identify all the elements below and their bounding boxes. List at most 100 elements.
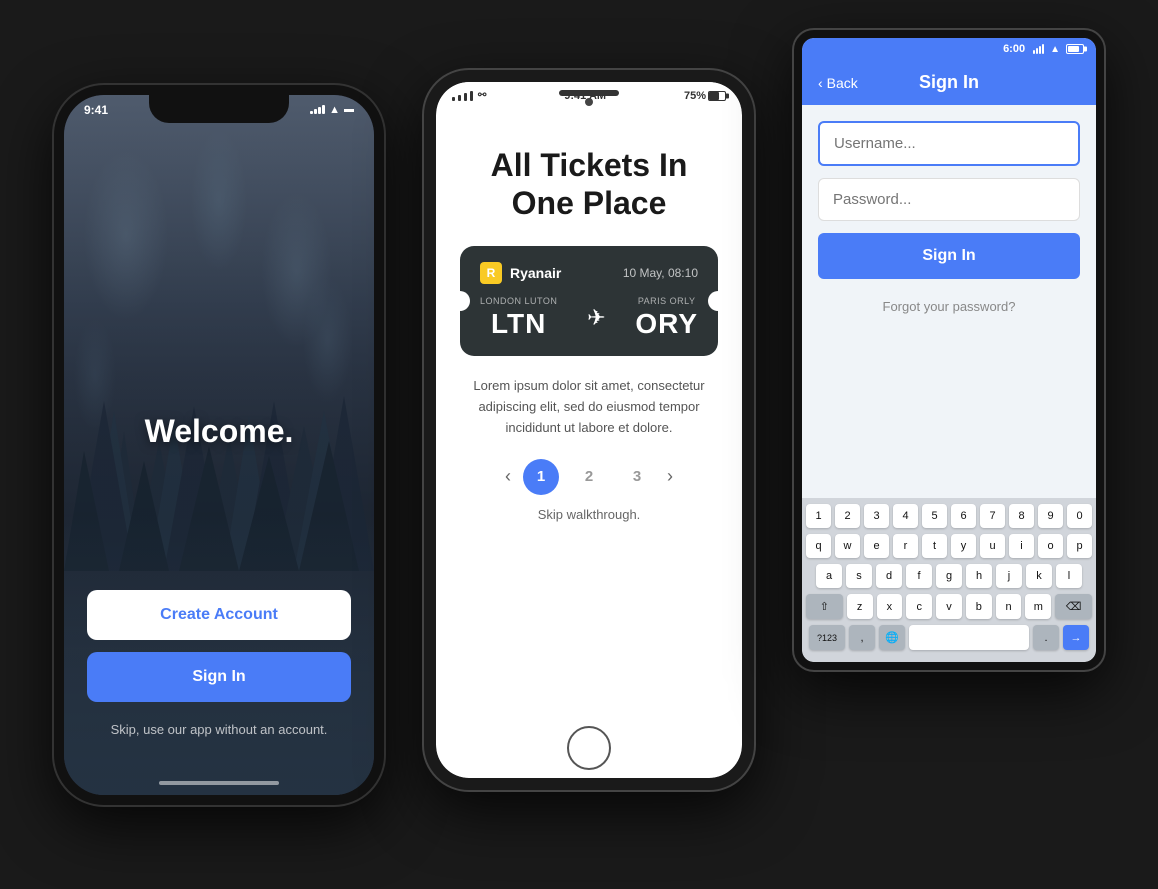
key-8[interactable]: 8: [1009, 504, 1034, 528]
create-account-button[interactable]: Create Account: [87, 590, 351, 640]
skip-walkthrough-text[interactable]: Skip walkthrough.: [460, 507, 718, 522]
to-city: PARIS ORLY: [635, 296, 698, 306]
keyboard-number-row: 1 2 3 4 5 6 7 8 9 0: [806, 504, 1092, 528]
page-3-button[interactable]: 3: [619, 459, 655, 495]
key-1[interactable]: 1: [806, 504, 831, 528]
key-h[interactable]: h: [966, 564, 992, 588]
ticket-date: 10 May, 08:10: [623, 266, 698, 280]
key-a[interactable]: a: [816, 564, 842, 588]
globe-key[interactable]: 🌐: [879, 625, 905, 650]
plane-icon: ✈: [587, 305, 605, 331]
phone1-time: 9:41: [84, 103, 108, 117]
key-j[interactable]: j: [996, 564, 1022, 588]
key-e[interactable]: e: [864, 534, 889, 558]
phone3-status-bar: 6:00 ▲: [802, 38, 1096, 60]
phone3-time: 6:00: [1003, 43, 1025, 55]
phone2-screen: ⚯ 9:41 AM 75% All Tickets In One Place R: [436, 82, 742, 778]
phone1-home-bar: [159, 781, 279, 785]
password-input[interactable]: [818, 178, 1080, 221]
keyboard-qwerty-row: q w e r t y u i o p: [806, 534, 1092, 558]
key-l[interactable]: l: [1056, 564, 1082, 588]
airline-icon: R: [480, 262, 502, 284]
key-x[interactable]: x: [877, 594, 903, 619]
go-key[interactable]: →: [1063, 625, 1089, 650]
key-r[interactable]: r: [893, 534, 918, 558]
phone3-header: ‹ Back Sign In: [802, 60, 1096, 105]
back-chevron-icon: ‹: [818, 75, 823, 91]
phone2-main-title: All Tickets In One Place: [460, 146, 718, 223]
signin-button[interactable]: Sign In: [87, 652, 351, 702]
wifi-icon: ▲: [329, 104, 340, 116]
phone2-speaker: [559, 90, 619, 96]
num-key[interactable]: ?123: [809, 625, 845, 650]
key-i[interactable]: i: [1009, 534, 1034, 558]
key-0[interactable]: 0: [1067, 504, 1092, 528]
key-u[interactable]: u: [980, 534, 1005, 558]
phone1-action-buttons: Create Account Sign In: [87, 590, 351, 702]
phone3-wifi-icon: ▲: [1050, 44, 1060, 55]
key-4[interactable]: 4: [893, 504, 918, 528]
phone3-screen: 6:00 ▲ ‹ Back Sign In: [802, 38, 1096, 662]
key-o[interactable]: o: [1038, 534, 1063, 558]
key-q[interactable]: q: [806, 534, 831, 558]
key-s[interactable]: s: [846, 564, 872, 588]
next-page-button[interactable]: ›: [667, 466, 673, 487]
phone2-pagination: ‹ 1 2 3 ›: [460, 459, 718, 495]
ticket-header: R Ryanair 10 May, 08:10: [480, 262, 698, 284]
forgot-password-link[interactable]: Forgot your password?: [818, 291, 1080, 322]
comma-key[interactable]: ,: [849, 625, 875, 650]
key-t[interactable]: t: [922, 534, 947, 558]
space-key[interactable]: [909, 625, 1029, 650]
key-z[interactable]: z: [847, 594, 873, 619]
key-3[interactable]: 3: [864, 504, 889, 528]
shift-key[interactable]: ⇧: [806, 594, 843, 619]
key-6[interactable]: 6: [951, 504, 976, 528]
key-v[interactable]: v: [936, 594, 962, 619]
key-k[interactable]: k: [1026, 564, 1052, 588]
phone3-form-body: Sign In Forgot your password?: [802, 105, 1096, 498]
ticket-card: R Ryanair 10 May, 08:10 LONDON LUTON LTN…: [460, 246, 718, 356]
back-label: Back: [827, 75, 858, 91]
key-w[interactable]: w: [835, 534, 860, 558]
key-g[interactable]: g: [936, 564, 962, 588]
key-7[interactable]: 7: [980, 504, 1005, 528]
page-1-button[interactable]: 1: [523, 459, 559, 495]
to-code: ORY: [635, 308, 698, 340]
phone2-content: All Tickets In One Place R Ryanair 10 Ma…: [436, 106, 742, 538]
phone2-battery-text: 75%: [684, 90, 706, 102]
key-c[interactable]: c: [906, 594, 932, 619]
prev-page-button[interactable]: ‹: [505, 466, 511, 487]
phone1-content: Welcome. Create Account Sign In Skip, us…: [64, 95, 374, 795]
phone3-signin-button[interactable]: Sign In: [818, 233, 1080, 279]
ticket-airline: R Ryanair: [480, 262, 561, 284]
key-m[interactable]: m: [1025, 594, 1051, 619]
delete-key[interactable]: ⌫: [1055, 594, 1092, 619]
from-city: LONDON LUTON: [480, 296, 557, 306]
page-2-button[interactable]: 2: [571, 459, 607, 495]
keyboard-bottom-row: ?123 , 🌐 . →: [806, 625, 1092, 650]
key-9[interactable]: 9: [1038, 504, 1063, 528]
key-2[interactable]: 2: [835, 504, 860, 528]
key-5[interactable]: 5: [922, 504, 947, 528]
phone1-skip-text[interactable]: Skip, use our app without an account.: [111, 722, 328, 737]
phone2-wifi-icon: ⚯: [478, 90, 486, 101]
key-b[interactable]: b: [966, 594, 992, 619]
key-p[interactable]: p: [1067, 534, 1092, 558]
phone3-android: 6:00 ▲ ‹ Back Sign In: [794, 30, 1104, 670]
key-f[interactable]: f: [906, 564, 932, 588]
phone2-home-button[interactable]: [567, 726, 611, 770]
phone2-camera: [585, 98, 593, 106]
key-y[interactable]: y: [951, 534, 976, 558]
route-from: LONDON LUTON LTN: [480, 296, 557, 340]
key-d[interactable]: d: [876, 564, 902, 588]
phone3-header-title: Sign In: [919, 72, 979, 93]
phone1-status-bar: 9:41 ▲ ▬: [84, 103, 354, 117]
route-to: PARIS ORLY ORY: [635, 296, 698, 340]
key-n[interactable]: n: [996, 594, 1022, 619]
airline-name: Ryanair: [510, 265, 561, 281]
back-button[interactable]: ‹ Back: [818, 75, 858, 91]
period-key[interactable]: .: [1033, 625, 1059, 650]
username-input[interactable]: [818, 121, 1080, 166]
ticket-route: LONDON LUTON LTN ✈ PARIS ORLY ORY: [480, 296, 698, 340]
phone3-keyboard: 1 2 3 4 5 6 7 8 9 0 q w e r t y u i: [802, 498, 1096, 662]
